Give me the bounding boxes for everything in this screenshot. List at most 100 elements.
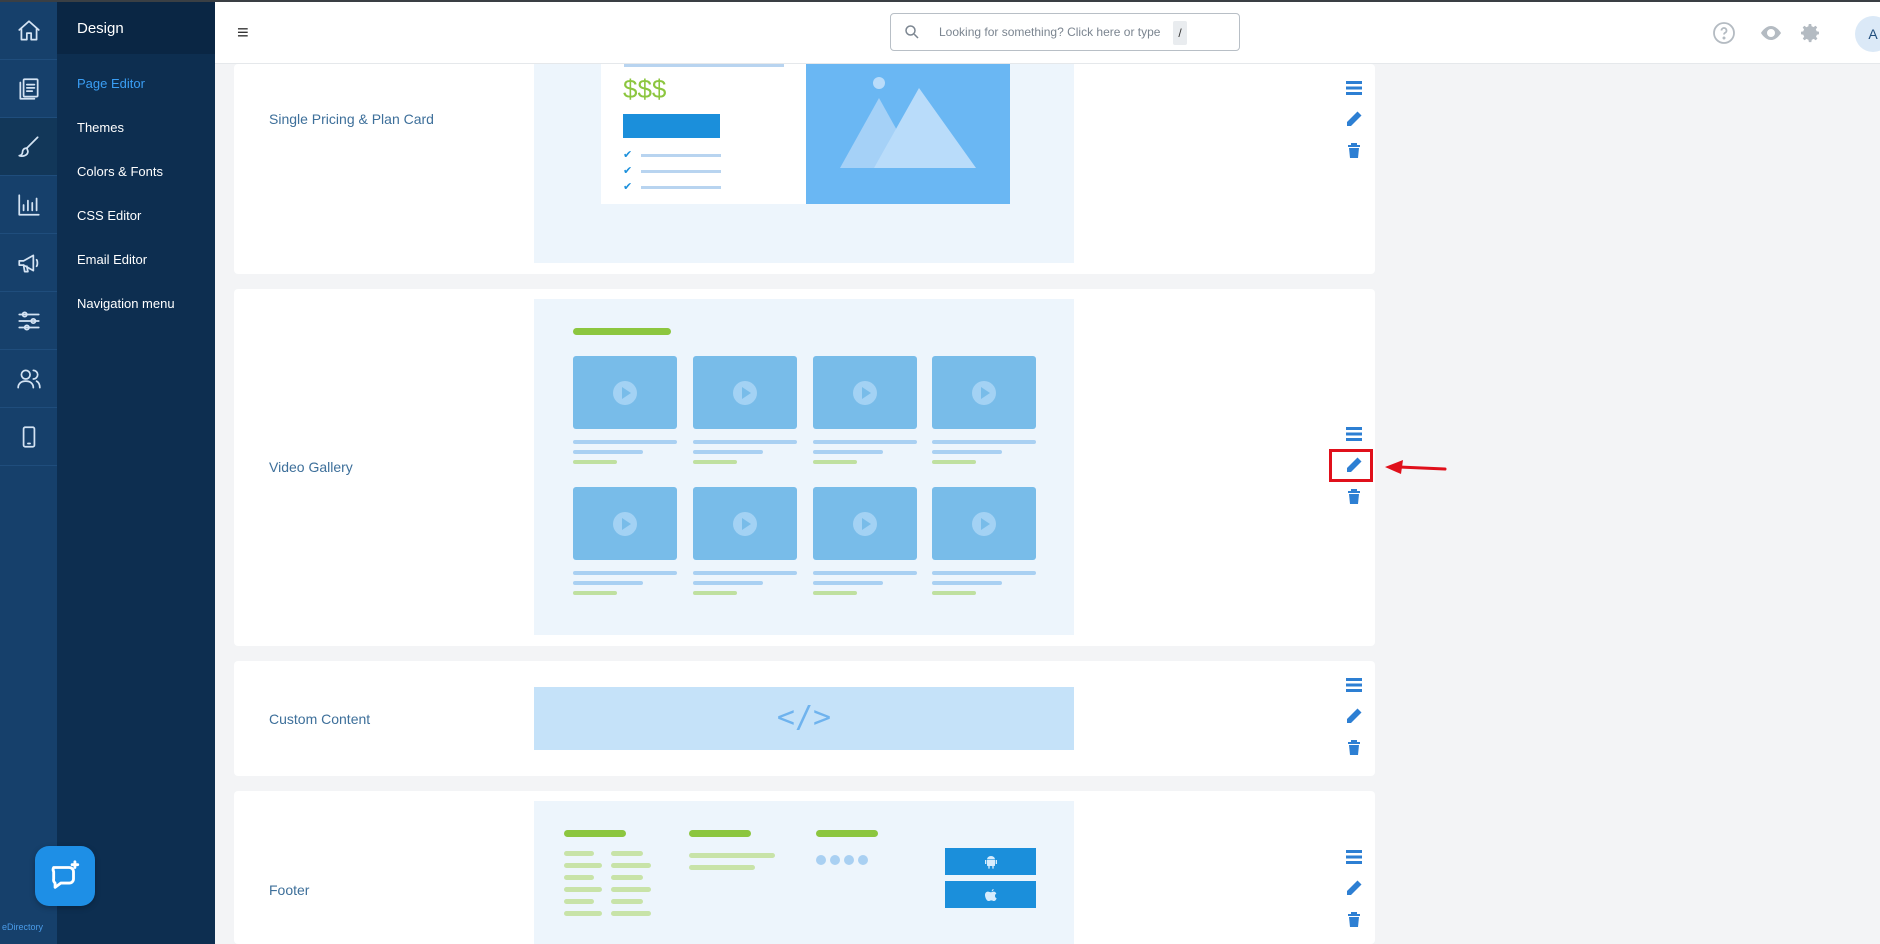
trash-icon[interactable] bbox=[1344, 486, 1364, 506]
edit-pencil-icon[interactable] bbox=[1344, 706, 1364, 726]
preview-eye-icon[interactable] bbox=[1759, 21, 1783, 45]
play-icon bbox=[853, 511, 877, 536]
trash-icon[interactable] bbox=[1344, 737, 1364, 757]
video-thumbnail bbox=[573, 356, 677, 429]
help-icon[interactable] bbox=[1712, 21, 1736, 45]
text-placeholder-line bbox=[573, 440, 677, 444]
edit-pencil-icon[interactable] bbox=[1344, 878, 1364, 898]
text-placeholder-line bbox=[693, 571, 797, 575]
text-placeholder-line bbox=[611, 911, 651, 916]
rail-promote[interactable] bbox=[0, 234, 57, 292]
pages-icon bbox=[18, 77, 39, 100]
design-sidebar: Design Page Editor Themes Colors & Fonts… bbox=[57, 2, 215, 944]
text-placeholder-line bbox=[611, 875, 643, 880]
icon-rail: eDirectory bbox=[0, 2, 57, 944]
text-placeholder-line bbox=[932, 571, 1036, 575]
apple-store-badge bbox=[945, 881, 1036, 908]
code-icon: </> bbox=[776, 700, 832, 735]
widget-label: Single Pricing & Plan Card bbox=[269, 111, 434, 127]
rail-users[interactable] bbox=[0, 350, 57, 408]
video-thumbnail bbox=[573, 487, 677, 560]
text-placeholder-line bbox=[564, 887, 602, 892]
sidebar-item-email-editor[interactable]: Email Editor bbox=[57, 238, 215, 282]
annotation-highlight-box bbox=[1329, 449, 1373, 482]
text-placeholder-line bbox=[693, 460, 737, 464]
widget-card-custom-content: Custom Content </> bbox=[234, 661, 1375, 776]
reports-chart-icon bbox=[17, 193, 40, 216]
text-placeholder-line bbox=[689, 853, 775, 858]
trash-icon[interactable] bbox=[1344, 140, 1364, 160]
play-icon bbox=[733, 380, 757, 405]
settings-sliders-icon bbox=[17, 310, 40, 331]
widget-preview-footer bbox=[534, 801, 1074, 944]
text-placeholder-line bbox=[573, 591, 617, 595]
rail-settings[interactable] bbox=[0, 292, 57, 350]
text-placeholder-line bbox=[573, 581, 643, 585]
search-shortcut-key: / bbox=[1173, 21, 1187, 45]
reorder-handle-icon[interactable] bbox=[1344, 847, 1364, 867]
price-placeholder: $$$ bbox=[623, 74, 667, 104]
widget-card-video-gallery: Video Gallery bbox=[234, 289, 1375, 646]
user-avatar[interactable]: A bbox=[1855, 16, 1880, 52]
rail-design[interactable] bbox=[0, 118, 57, 176]
sidebar-item-css-editor[interactable]: CSS Editor bbox=[57, 194, 215, 238]
rail-pages[interactable] bbox=[0, 60, 57, 118]
text-placeholder-line bbox=[611, 887, 651, 892]
sidebar-item-themes[interactable]: Themes bbox=[57, 106, 215, 150]
image-placeholder-icon bbox=[806, 64, 1010, 204]
text-placeholder-line bbox=[564, 851, 594, 856]
android-store-badge bbox=[945, 848, 1036, 875]
text-placeholder-line bbox=[564, 875, 594, 880]
widget-card-footer: Footer bbox=[234, 791, 1375, 944]
brand-logo-text: eDirectory bbox=[2, 922, 44, 932]
reorder-handle-icon[interactable] bbox=[1344, 78, 1364, 98]
text-placeholder-line bbox=[813, 440, 917, 444]
widget-label: Custom Content bbox=[269, 711, 371, 727]
text-placeholder-line bbox=[932, 440, 1036, 444]
promote-megaphone-icon bbox=[17, 254, 38, 273]
edit-pencil-icon[interactable] bbox=[1344, 109, 1364, 129]
text-placeholder-line bbox=[611, 851, 643, 856]
text-placeholder-line bbox=[564, 911, 602, 916]
rail-reports[interactable] bbox=[0, 176, 57, 234]
top-header: ≡ Looking for something? Click here or t… bbox=[215, 2, 1880, 64]
sidebar-item-navigation-menu[interactable]: Navigation menu bbox=[57, 282, 215, 326]
video-thumbnail bbox=[813, 356, 917, 429]
rail-home[interactable] bbox=[0, 2, 57, 60]
text-placeholder-line bbox=[932, 450, 1002, 454]
play-icon bbox=[853, 380, 877, 405]
play-icon bbox=[613, 511, 637, 536]
search-input[interactable]: Looking for something? Click here or typ… bbox=[890, 13, 1240, 51]
trash-icon[interactable] bbox=[1344, 909, 1364, 929]
widget-preview-video-gallery bbox=[534, 299, 1074, 635]
video-thumbnail bbox=[693, 356, 797, 429]
support-chat-button[interactable] bbox=[35, 846, 95, 906]
widget-actions bbox=[1344, 675, 1368, 768]
design-brush-icon bbox=[17, 135, 39, 157]
chat-bubble-icon bbox=[51, 860, 80, 889]
widget-preview-custom-code: </> bbox=[534, 687, 1074, 750]
text-placeholder-line bbox=[611, 863, 651, 868]
play-icon bbox=[733, 511, 757, 536]
widget-label: Video Gallery bbox=[269, 459, 353, 475]
text-placeholder-line bbox=[813, 581, 883, 585]
reorder-handle-icon[interactable] bbox=[1344, 675, 1364, 695]
hamburger-menu-icon[interactable]: ≡ bbox=[237, 22, 249, 45]
sidebar-item-colors-fonts[interactable]: Colors & Fonts bbox=[57, 150, 215, 194]
apple-icon bbox=[984, 888, 997, 901]
text-placeholder-line bbox=[813, 591, 857, 595]
home-icon bbox=[17, 19, 40, 41]
reorder-handle-icon[interactable] bbox=[1344, 424, 1364, 444]
text-placeholder-line bbox=[932, 591, 976, 595]
text-placeholder-line bbox=[693, 581, 763, 585]
text-placeholder-line bbox=[573, 571, 677, 575]
text-placeholder-line bbox=[611, 899, 643, 904]
widget-actions bbox=[1344, 847, 1368, 940]
play-icon bbox=[972, 380, 996, 405]
android-icon bbox=[984, 855, 997, 869]
play-icon bbox=[972, 511, 996, 536]
rail-mobile[interactable] bbox=[0, 408, 57, 466]
gear-icon[interactable] bbox=[1798, 21, 1822, 45]
widget-label: Footer bbox=[269, 882, 310, 898]
sidebar-item-page-editor[interactable]: Page Editor bbox=[57, 62, 215, 106]
